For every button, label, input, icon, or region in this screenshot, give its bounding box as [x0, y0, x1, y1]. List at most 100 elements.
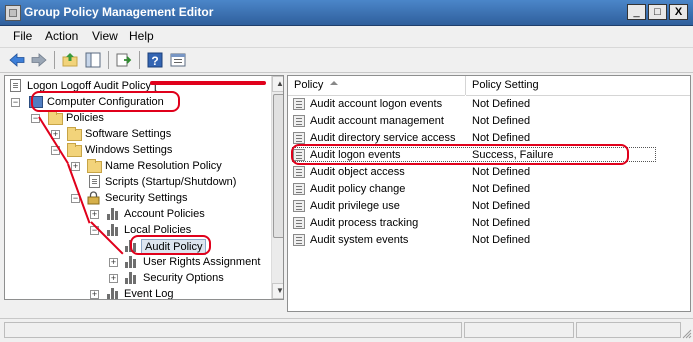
highlight-audit-policy	[130, 235, 211, 255]
policy-icon	[293, 166, 305, 178]
policy-setting: Not Defined	[472, 183, 531, 195]
tree-item-security-options[interactable]: + Security Options	[5, 270, 271, 286]
column-header-policy-setting[interactable]: Policy Setting	[466, 76, 690, 96]
tree-item-account-policies[interactable]: + Account Policies	[5, 206, 271, 222]
resize-grip-icon[interactable]	[681, 328, 692, 339]
tree-item-label: Account Policies	[124, 208, 205, 220]
folder-icon	[67, 143, 82, 157]
expand-icon[interactable]: +	[90, 210, 99, 219]
column-header-policy[interactable]: Policy	[288, 76, 465, 96]
list-row[interactable]: Audit policy change Not Defined	[288, 181, 690, 198]
app-icon	[5, 5, 21, 21]
expand-icon[interactable]: +	[71, 162, 80, 171]
tree-scrollbar[interactable]: ▲ ▼	[271, 76, 283, 299]
policy-name: Audit object access	[310, 166, 405, 178]
list-row[interactable]: Audit account management Not Defined	[288, 113, 690, 130]
policy-icon	[293, 183, 305, 195]
policy-container-icon	[125, 256, 137, 268]
list-row[interactable]: Audit privilege use Not Defined	[288, 198, 690, 215]
policy-icon	[293, 115, 305, 127]
back-icon[interactable]	[8, 51, 26, 69]
redaction-mark	[150, 81, 266, 85]
sort-ascending-icon	[330, 81, 338, 85]
policy-setting: Not Defined	[472, 217, 531, 229]
list-row[interactable]: Audit system events Not Defined	[288, 232, 690, 249]
menu-help[interactable]: Help	[129, 29, 154, 43]
policy-icon	[293, 234, 305, 246]
tree-item-scripts[interactable]: Scripts (Startup/Shutdown)	[5, 174, 271, 190]
tree-item-label: Security Options	[143, 272, 224, 284]
highlight-audit-logon-events	[291, 144, 629, 165]
policy-container-icon	[107, 288, 119, 299]
properties-icon[interactable]	[169, 51, 187, 69]
policy-icon	[293, 132, 305, 144]
menu-file[interactable]: File	[13, 29, 32, 43]
window-title: Group Policy Management Editor	[24, 5, 214, 19]
close-button[interactable]: X	[669, 4, 688, 20]
minimize-button[interactable]: _	[627, 4, 646, 20]
column-header-label: Policy Setting	[472, 79, 539, 91]
tree-item-event-log[interactable]: + Event Log	[5, 286, 271, 300]
tree-item-label: Scripts (Startup/Shutdown)	[105, 176, 237, 188]
list-row[interactable]: Audit account logon events Not Defined	[288, 96, 690, 113]
status-cell	[464, 322, 574, 338]
scroll-up-arrow-icon[interactable]: ▲	[272, 76, 283, 92]
expand-icon[interactable]: +	[109, 258, 118, 267]
maximize-button[interactable]: □	[648, 4, 667, 20]
tree-item-label: Windows Settings	[85, 144, 173, 156]
scrollbar-thumb[interactable]	[273, 94, 283, 238]
policy-setting: Not Defined	[472, 166, 531, 178]
show-hide-tree-icon[interactable]	[84, 51, 102, 69]
tree-item-name-resolution-policy[interactable]: + Name Resolution Policy	[5, 158, 271, 174]
menu-action[interactable]: Action	[45, 29, 78, 43]
expand-icon[interactable]: +	[90, 290, 99, 299]
policy-icon	[293, 200, 305, 212]
tree-item-label: Name Resolution Policy	[105, 160, 222, 172]
policy-name: Audit policy change	[310, 183, 406, 195]
help-icon[interactable]: ?	[146, 51, 164, 69]
export-list-icon[interactable]	[115, 51, 133, 69]
collapse-icon[interactable]: −	[11, 98, 20, 107]
list-row[interactable]: Audit process tracking Not Defined	[288, 215, 690, 232]
policy-name: Audit account logon events	[310, 98, 443, 110]
policy-container-icon	[107, 208, 119, 220]
policy-setting: Not Defined	[472, 200, 531, 212]
status-cell	[576, 322, 681, 338]
tree-item-user-rights-assignment[interactable]: + User Rights Assignment	[5, 254, 271, 270]
policy-icon	[293, 98, 305, 110]
status-bar	[0, 318, 693, 342]
tree-item-label: Security Settings	[105, 192, 188, 204]
tree-item-label: Event Log	[124, 288, 174, 300]
policy-name: Audit account management	[310, 115, 444, 127]
menu-view[interactable]: View	[92, 29, 118, 43]
list-row[interactable]: Audit object access Not Defined	[288, 164, 690, 181]
svg-text:?: ?	[151, 54, 158, 68]
highlight-computer-configuration	[31, 91, 180, 112]
expand-icon[interactable]: +	[109, 274, 118, 283]
tree-item-security-settings[interactable]: − Security Settings	[5, 190, 271, 206]
policy-setting: Not Defined	[472, 234, 531, 246]
security-settings-icon	[87, 191, 100, 205]
policy-container-icon	[125, 272, 137, 284]
title-bar: Group Policy Management Editor _ □ X	[0, 0, 693, 26]
tree-item-label: Policies	[66, 112, 104, 124]
tree-item-label: Software Settings	[85, 128, 172, 140]
policy-name: Audit privilege use	[310, 200, 400, 212]
policy-setting: Not Defined	[472, 98, 531, 110]
policy-name: Audit system events	[310, 234, 409, 246]
tree-item-windows-settings[interactable]: − Windows Settings	[5, 142, 271, 158]
up-folder-icon[interactable]	[61, 51, 79, 69]
policy-setting: Not Defined	[472, 115, 531, 127]
column-header-label: Policy	[294, 79, 324, 91]
forward-icon[interactable]	[30, 51, 48, 69]
tree-item-label: User Rights Assignment	[143, 256, 261, 268]
toolbar: ?	[0, 47, 693, 73]
gpo-document-icon	[10, 79, 21, 92]
list-pane[interactable]: Policy Policy Setting Audit account logo…	[287, 75, 691, 312]
policy-icon	[293, 217, 305, 229]
script-icon	[89, 175, 100, 188]
menu-bar: File Action View Help	[0, 26, 693, 46]
policy-container-icon	[107, 224, 119, 236]
scroll-down-arrow-icon[interactable]: ▼	[272, 283, 283, 299]
folder-icon	[87, 159, 102, 173]
